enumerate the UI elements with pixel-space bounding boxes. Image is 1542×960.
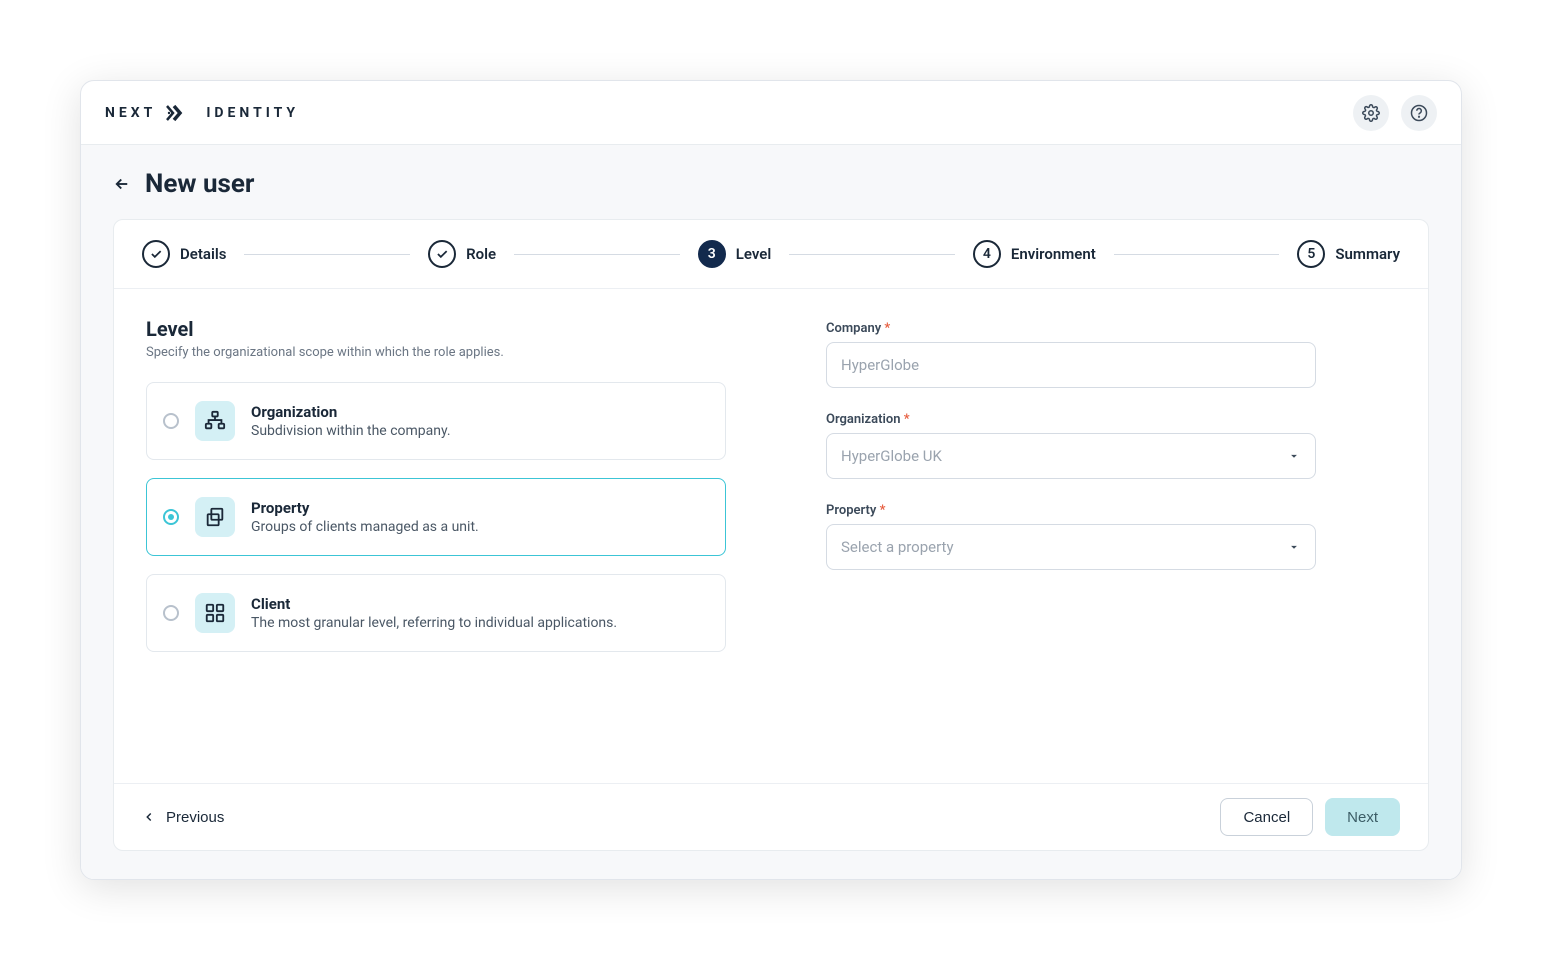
page-title: New user	[145, 169, 254, 199]
form-panel: Company * HyperGlobe Organization * Hype…	[826, 317, 1316, 755]
organization-group: Organization * HyperGlobe UK	[826, 408, 1316, 479]
app-header: NEXT IDENTITY	[81, 81, 1461, 145]
back-button[interactable]	[113, 175, 131, 193]
chevron-left-icon	[142, 810, 156, 824]
step-connector	[514, 254, 680, 255]
step-label: Environment	[1011, 245, 1096, 263]
step-level[interactable]: 3 Level	[698, 240, 771, 268]
step-role[interactable]: Role	[428, 240, 496, 268]
organization-icon	[195, 401, 235, 441]
option-property[interactable]: Property Groups of clients managed as a …	[146, 478, 726, 556]
step-label: Role	[466, 245, 496, 263]
gear-icon	[1362, 104, 1380, 122]
company-label: Company *	[826, 321, 890, 336]
step-details[interactable]: Details	[142, 240, 226, 268]
step-label: Details	[180, 245, 226, 263]
page-content: New user Details Role	[81, 145, 1461, 879]
section-title: Level	[146, 317, 726, 341]
logo: NEXT IDENTITY	[105, 104, 299, 122]
step-number: 5	[1297, 240, 1325, 268]
footer-actions: Cancel Next	[1220, 798, 1400, 836]
stepper: Details Role 3 Level 4 Environment	[114, 220, 1428, 289]
radio-input[interactable]	[163, 605, 179, 621]
organization-value: HyperGlobe UK	[841, 447, 942, 465]
property-icon	[195, 497, 235, 537]
option-description: Groups of clients managed as a unit.	[251, 519, 479, 535]
help-icon	[1410, 104, 1428, 122]
wizard-card: Details Role 3 Level 4 Environment	[113, 219, 1429, 851]
radio-input[interactable]	[163, 509, 179, 525]
check-icon	[142, 240, 170, 268]
client-icon	[195, 593, 235, 633]
property-group: Property * Select a property	[826, 499, 1316, 570]
card-footer: Previous Cancel Next	[114, 783, 1428, 850]
step-number: 4	[973, 240, 1001, 268]
card-body: Level Specify the organizational scope w…	[114, 289, 1428, 783]
settings-button[interactable]	[1353, 95, 1389, 131]
logo-text-left: NEXT	[105, 105, 156, 121]
step-connector	[789, 254, 955, 255]
step-summary[interactable]: 5 Summary	[1297, 240, 1400, 268]
organization-label: Organization *	[826, 412, 910, 427]
level-options: Level Specify the organizational scope w…	[146, 317, 726, 755]
option-organization[interactable]: Organization Subdivision within the comp…	[146, 382, 726, 460]
step-label: Summary	[1335, 245, 1400, 263]
header-actions	[1353, 95, 1437, 131]
step-label: Level	[736, 245, 771, 263]
arrow-left-icon	[113, 175, 131, 193]
previous-button[interactable]: Previous	[142, 809, 224, 826]
radio-input[interactable]	[163, 413, 179, 429]
step-connector	[1114, 254, 1280, 255]
next-button[interactable]: Next	[1325, 798, 1400, 836]
property-label: Property *	[826, 503, 885, 518]
check-icon	[428, 240, 456, 268]
logo-icon	[166, 104, 196, 122]
section-description: Specify the organizational scope within …	[146, 345, 726, 360]
chevron-down-icon	[1287, 449, 1301, 463]
option-client[interactable]: Client The most granular level, referrin…	[146, 574, 726, 652]
cancel-button[interactable]: Cancel	[1220, 798, 1313, 836]
option-description: The most granular level, referring to in…	[251, 615, 617, 631]
option-title: Client	[251, 595, 617, 613]
page-header: New user	[81, 169, 1461, 219]
company-group: Company * HyperGlobe	[826, 317, 1316, 388]
option-title: Organization	[251, 403, 451, 421]
app-window: NEXT IDENTITY	[80, 80, 1462, 880]
step-environment[interactable]: 4 Environment	[973, 240, 1096, 268]
step-connector	[244, 254, 410, 255]
organization-select[interactable]: HyperGlobe UK	[826, 433, 1316, 479]
step-number: 3	[698, 240, 726, 268]
logo-text-right: IDENTITY	[206, 105, 299, 121]
option-description: Subdivision within the company.	[251, 423, 451, 439]
property-select[interactable]: Select a property	[826, 524, 1316, 570]
previous-label: Previous	[166, 809, 224, 826]
help-button[interactable]	[1401, 95, 1437, 131]
property-placeholder: Select a property	[841, 538, 954, 556]
option-title: Property	[251, 499, 479, 517]
chevron-down-icon	[1287, 540, 1301, 554]
company-field[interactable]: HyperGlobe	[826, 342, 1316, 388]
company-value: HyperGlobe	[841, 356, 919, 374]
